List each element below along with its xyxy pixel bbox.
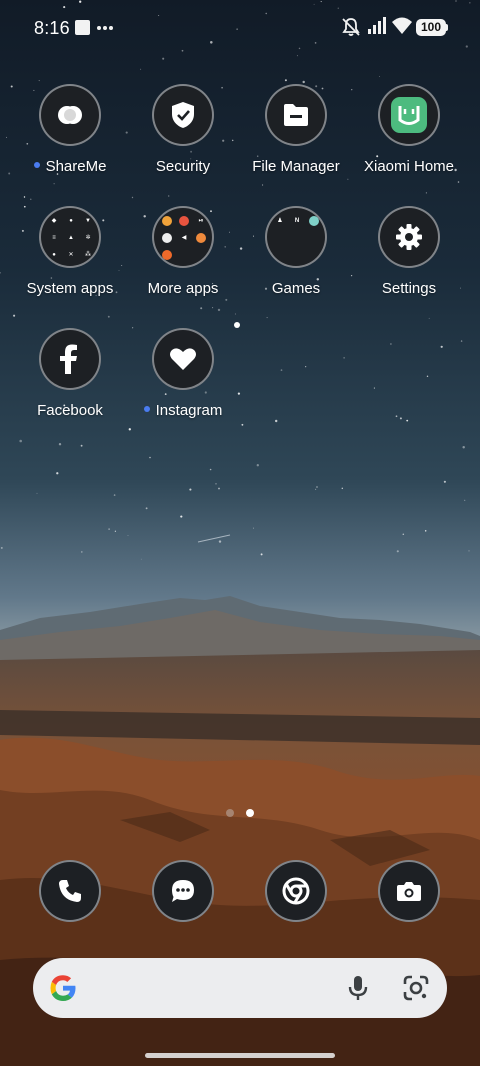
app-settings[interactable]: Settings bbox=[353, 206, 465, 326]
gear-icon bbox=[378, 206, 440, 268]
shield-check-icon bbox=[152, 84, 214, 146]
folder-more-apps-icon: ⏯ ◀ bbox=[152, 206, 214, 268]
folder-more-apps[interactable]: ⏯ ◀ More apps bbox=[127, 206, 239, 326]
dock-phone[interactable] bbox=[39, 860, 101, 922]
app-xiaomi-home[interactable]: Xiaomi Home bbox=[353, 84, 465, 204]
page-indicator[interactable] bbox=[224, 809, 256, 817]
home-screen: 8:16 100 ShareMe Security File Manager X… bbox=[0, 0, 480, 1066]
google-g-icon bbox=[50, 975, 76, 1001]
microphone-icon[interactable] bbox=[343, 973, 373, 1003]
google-lens-icon[interactable] bbox=[401, 973, 431, 1003]
app-file-manager[interactable]: File Manager bbox=[240, 84, 352, 204]
app-instagram[interactable]: Instagram bbox=[127, 328, 239, 448]
home-gesture-bar[interactable] bbox=[145, 1053, 335, 1058]
phone-icon bbox=[59, 880, 81, 902]
battery-tip bbox=[446, 24, 448, 31]
wifi-icon bbox=[392, 17, 412, 34]
folder-games[interactable]: ♟ N Games bbox=[240, 206, 352, 326]
status-time: 8:16 bbox=[34, 18, 70, 38]
folder-games-icon: ♟ N bbox=[265, 206, 327, 268]
facebook-icon bbox=[39, 328, 101, 390]
new-app-dot bbox=[143, 406, 150, 413]
status-bar: 8:16 100 bbox=[0, 0, 480, 56]
chrome-icon bbox=[282, 877, 310, 905]
app-shareme[interactable]: ShareMe bbox=[14, 84, 126, 204]
google-search-bar[interactable] bbox=[33, 958, 447, 1018]
app-facebook[interactable]: Facebook bbox=[14, 328, 126, 448]
signal-icon bbox=[368, 17, 386, 34]
shareme-icon bbox=[39, 84, 101, 146]
app-label-xiaomi-home: Xiaomi Home bbox=[363, 158, 455, 175]
page-dot-1 bbox=[226, 809, 234, 817]
more-notifications-icon bbox=[97, 26, 113, 30]
messages-icon bbox=[172, 880, 194, 902]
heart-icon bbox=[152, 328, 214, 390]
mi-home-icon bbox=[378, 84, 440, 146]
app-security[interactable]: Security bbox=[127, 84, 239, 204]
app-label-instagram: Instagram bbox=[117, 402, 249, 419]
battery-icon: 100 bbox=[416, 19, 446, 36]
folder-system-apps-icon: ◆ ● ▼ ≡ ▲ ✲ ● ✕ ⁂ bbox=[39, 206, 101, 268]
folder-icon bbox=[265, 84, 327, 146]
page-dot-2-active bbox=[246, 809, 254, 817]
media-square-icon bbox=[75, 20, 90, 35]
silent-mode-icon bbox=[342, 18, 360, 36]
dock-messages[interactable] bbox=[152, 860, 214, 922]
camera-icon bbox=[397, 882, 421, 901]
folder-system-apps[interactable]: ◆ ● ▼ ≡ ▲ ✲ ● ✕ ⁂ System apps bbox=[14, 206, 126, 326]
dock-camera[interactable] bbox=[378, 860, 440, 922]
new-app-dot bbox=[33, 162, 40, 169]
dock-chrome[interactable] bbox=[265, 860, 327, 922]
app-label-settings: Settings bbox=[381, 280, 437, 297]
